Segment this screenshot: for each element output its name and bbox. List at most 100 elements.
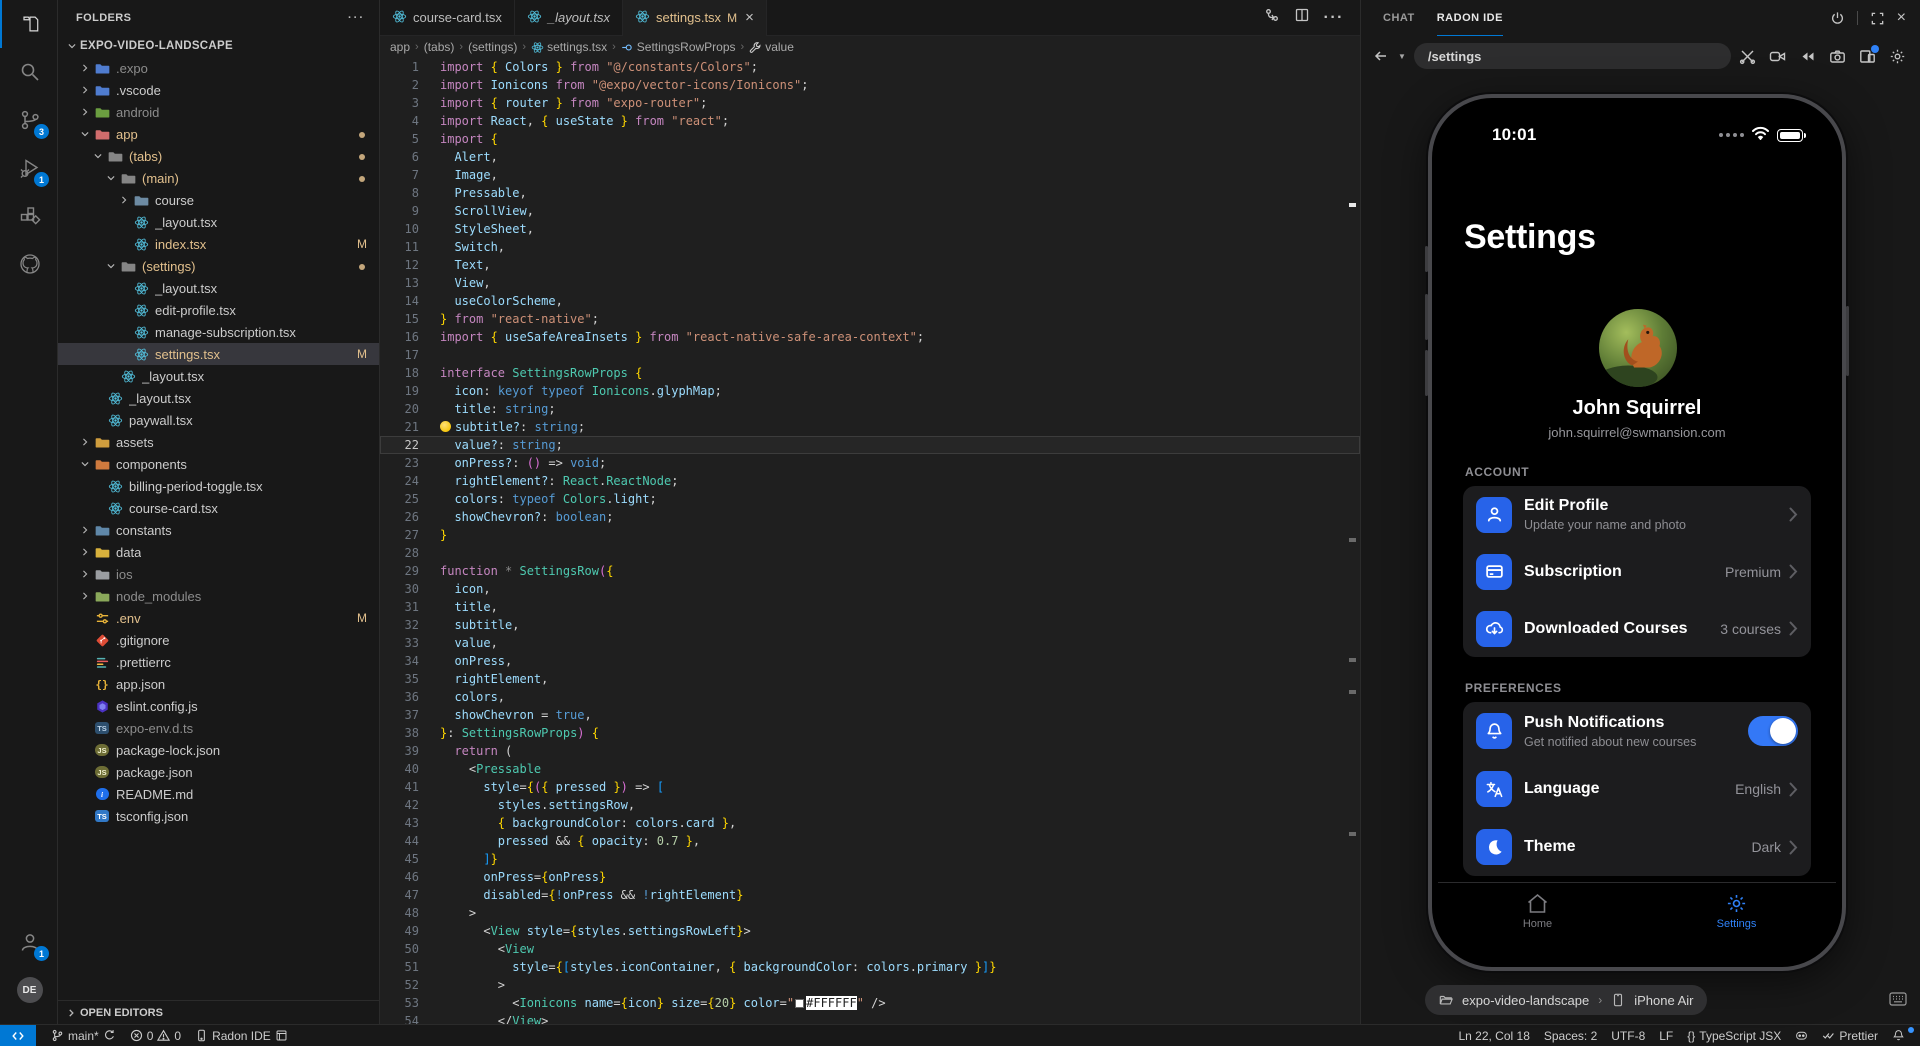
code-line-43[interactable]: 43 { backgroundColor: colors.card },	[380, 814, 1360, 832]
manage-devices-button[interactable]	[1859, 48, 1876, 65]
code-line-53[interactable]: 53 <Ionicons name={icon} size={20} color…	[380, 994, 1360, 1012]
code-line-52[interactable]: 52 >	[380, 976, 1360, 994]
overview-ruler[interactable]	[1348, 58, 1358, 1024]
settings-row-subscription[interactable]: SubscriptionPremium	[1463, 543, 1811, 600]
chevron-right-icon[interactable]	[77, 437, 93, 447]
code-line-54[interactable]: 54 </View>	[380, 1012, 1360, 1024]
code-line-24[interactable]: 24 rightElement?: React.ReactNode;	[380, 472, 1360, 490]
back-button[interactable]	[1373, 48, 1389, 64]
tree-item-package-lock.json[interactable]: JSpackage-lock.json	[58, 739, 379, 761]
breadcrumb-item-app[interactable]: app	[390, 40, 410, 54]
breadcrumb-item-settingsrowprops[interactable]: SettingsRowProps	[621, 40, 736, 54]
code-line-47[interactable]: 47 disabled={!onPress && !rightElement}	[380, 886, 1360, 904]
split-editor-icon[interactable]	[1294, 7, 1310, 28]
breadcrumb-item--settings-[interactable]: (settings)	[468, 40, 517, 54]
code-line-44[interactable]: 44 pressed && { opacity: 0.7 },	[380, 832, 1360, 850]
tree-item-.prettierrc[interactable]: .prettierrc	[58, 651, 379, 673]
code-line-32[interactable]: 32 subtitle,	[380, 616, 1360, 634]
device-selector[interactable]: expo-video-landscape › iPhone Air	[1425, 985, 1707, 1015]
copilot-status[interactable]	[1788, 1029, 1815, 1042]
code-line-19[interactable]: 19 icon: keyof typeof Ionicons.glyphMap;	[380, 382, 1360, 400]
url-bar[interactable]: /settings	[1414, 43, 1731, 69]
eol-setting[interactable]: LF	[1652, 1029, 1680, 1043]
code-line-9[interactable]: 9 ScrollView,	[380, 202, 1360, 220]
more-actions-icon[interactable]: ···	[1324, 9, 1344, 27]
run-debug-icon[interactable]: 1	[0, 144, 57, 192]
chevron-right-icon[interactable]	[116, 195, 132, 205]
tree-item-course-card.tsx[interactable]: course-card.tsx	[58, 497, 379, 519]
chevron-right-icon[interactable]	[77, 63, 93, 73]
phone-tab-settings[interactable]: Settings	[1637, 883, 1836, 942]
code-line-30[interactable]: 30 icon,	[380, 580, 1360, 598]
phone-screen[interactable]: 10:01 Settings	[1438, 104, 1836, 961]
breadcrumb-item-settings.tsx[interactable]: settings.tsx	[531, 40, 607, 54]
tree-item--layout.tsx[interactable]: _layout.tsx	[58, 211, 379, 233]
code-line-2[interactable]: 2import Ionicons from "@expo/vector-icon…	[380, 76, 1360, 94]
replay-button[interactable]	[1799, 48, 1816, 65]
code-line-15[interactable]: 15} from "react-native";	[380, 310, 1360, 328]
open-editors-section[interactable]: OPEN EDITORS	[58, 1000, 379, 1024]
code-line-17[interactable]: 17	[380, 346, 1360, 364]
code-line-4[interactable]: 4import React, { useState } from "react"…	[380, 112, 1360, 130]
tree-item-readme.md[interactable]: iREADME.md	[58, 783, 379, 805]
git-branch-status[interactable]: main*	[44, 1029, 123, 1043]
tree-item-edit-profile.tsx[interactable]: edit-profile.tsx	[58, 299, 379, 321]
chevron-right-icon[interactable]	[77, 107, 93, 117]
tree-item-manage-subscription.tsx[interactable]: manage-subscription.tsx	[58, 321, 379, 343]
editor-tab-course-card.tsx[interactable]: course-card.tsx	[380, 0, 515, 35]
tree-item-course[interactable]: course	[58, 189, 379, 211]
close-tab-icon[interactable]: ×	[745, 10, 754, 25]
tree-item-index.tsx[interactable]: index.tsxM	[58, 233, 379, 255]
tree-item-assets[interactable]: assets	[58, 431, 379, 453]
code-line-7[interactable]: 7 Image,	[380, 166, 1360, 184]
tree-item--layout.tsx[interactable]: _layout.tsx	[58, 387, 379, 409]
breadcrumb-item--tabs-[interactable]: (tabs)	[424, 40, 455, 54]
code-line-36[interactable]: 36 colors,	[380, 688, 1360, 706]
tab-radon-ide[interactable]: RADON IDE	[1437, 0, 1503, 36]
notifications-bell[interactable]	[1885, 1029, 1912, 1042]
code-line-33[interactable]: 33 value,	[380, 634, 1360, 652]
code-line-39[interactable]: 39 return (	[380, 742, 1360, 760]
chevron-right-icon[interactable]	[77, 547, 93, 557]
problems-status[interactable]: 0 0	[123, 1029, 188, 1043]
chevron-down-icon[interactable]	[90, 151, 106, 161]
settings-row-push-notifications[interactable]: Push NotificationsGet notified about new…	[1463, 702, 1811, 760]
chevron-down-icon[interactable]	[103, 173, 119, 183]
code-line-25[interactable]: 25 colors: typeof Colors.light;	[380, 490, 1360, 508]
tree-item-.expo[interactable]: .expo	[58, 57, 379, 79]
explorer-icon[interactable]	[0, 0, 57, 48]
power-icon[interactable]	[1830, 11, 1845, 26]
code-line-18[interactable]: 18interface SettingsRowProps {	[380, 364, 1360, 382]
encoding-setting[interactable]: UTF-8	[1604, 1029, 1652, 1043]
github-icon[interactable]	[0, 240, 57, 288]
screenshot-button[interactable]	[1829, 48, 1846, 65]
tree-item-components[interactable]: components	[58, 453, 379, 475]
accounts-icon[interactable]: 1	[0, 918, 57, 966]
code-line-26[interactable]: 26 showChevron?: boolean;	[380, 508, 1360, 526]
close-panel-icon[interactable]: ×	[1897, 9, 1906, 27]
code-line-40[interactable]: 40 <Pressable	[380, 760, 1360, 778]
code-editor[interactable]: 1import { Colors } from "@/constants/Col…	[380, 58, 1360, 1024]
remote-indicator[interactable]	[0, 1025, 36, 1046]
cursor-position[interactable]: Ln 22, Col 18	[1451, 1029, 1536, 1043]
tab-chat[interactable]: CHAT	[1383, 0, 1415, 36]
settings-row-edit-profile[interactable]: Edit ProfileUpdate your name and photo	[1463, 486, 1811, 543]
screen-recording-button[interactable]	[1769, 48, 1786, 65]
tree-item--main-[interactable]: (main)	[58, 167, 379, 189]
code-line-1[interactable]: 1import { Colors } from "@/constants/Col…	[380, 58, 1360, 76]
tree-item-eslint.config.js[interactable]: eslint.config.js	[58, 695, 379, 717]
chevron-down-icon[interactable]	[77, 459, 93, 469]
code-line-28[interactable]: 28	[380, 544, 1360, 562]
tree-item-package.json[interactable]: JSpackage.json	[58, 761, 379, 783]
tree-item-.env[interactable]: .envM	[58, 607, 379, 629]
code-line-3[interactable]: 3import { router } from "expo-router";	[380, 94, 1360, 112]
toggle-switch-on[interactable]	[1748, 716, 1798, 746]
fullscreen-icon[interactable]	[1870, 11, 1885, 26]
indentation-setting[interactable]: Spaces: 2	[1537, 1029, 1604, 1043]
source-control-icon[interactable]: 3	[0, 96, 57, 144]
code-line-13[interactable]: 13 View,	[380, 274, 1360, 292]
code-line-23[interactable]: 23 onPress?: () => void;	[380, 454, 1360, 472]
code-line-21[interactable]: 21subtitle?: string;	[380, 418, 1360, 436]
search-icon[interactable]	[0, 48, 57, 96]
chevron-down-icon[interactable]	[103, 261, 119, 271]
